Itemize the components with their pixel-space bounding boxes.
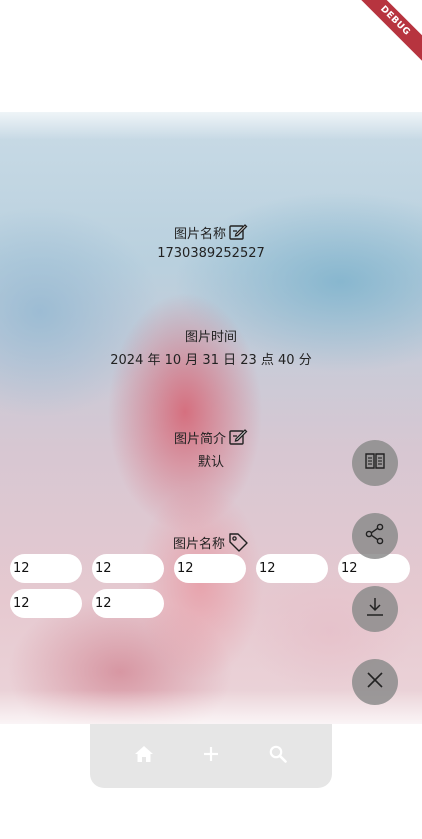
share-icon xyxy=(363,522,387,550)
tag-chip[interactable]: 12 xyxy=(92,554,164,583)
time-title: 图片时间 xyxy=(184,330,237,345)
search-button[interactable] xyxy=(258,736,298,776)
home-button[interactable] xyxy=(124,736,164,776)
name-title-row: 图片名称 xyxy=(174,222,248,242)
tag-chip[interactable]: 12 xyxy=(10,554,82,583)
book-button[interactable] xyxy=(352,440,398,486)
bottom-nav-bar xyxy=(90,724,332,788)
background-fade-top xyxy=(0,100,422,140)
debug-banner: DEBUG xyxy=(349,0,422,67)
name-value: 1730389252527 xyxy=(157,246,265,261)
edit-icon[interactable] xyxy=(228,222,248,242)
search-icon xyxy=(268,744,288,768)
close-button[interactable] xyxy=(352,659,398,705)
tags-title-row: 图片名称 xyxy=(173,531,249,553)
tag-icon[interactable] xyxy=(227,531,249,553)
add-button[interactable] xyxy=(191,736,231,776)
tag-chip[interactable]: 12 xyxy=(256,554,328,583)
home-icon xyxy=(133,743,155,769)
edit-icon[interactable] xyxy=(228,427,248,447)
time-section: 图片时间 2024 年 10 月 31 日 23 点 40 分 xyxy=(0,326,422,368)
share-button[interactable] xyxy=(352,513,398,559)
download-button[interactable] xyxy=(352,586,398,632)
download-icon xyxy=(363,595,387,623)
screen: DEBUG 图片名称 1730389252527 图片时间 2024 年 10 … xyxy=(0,0,422,839)
description-title-row: 图片简介 xyxy=(174,427,248,447)
close-icon xyxy=(364,669,386,695)
tag-chip[interactable]: 12 xyxy=(174,554,246,583)
background-image xyxy=(0,112,422,724)
tag-chip[interactable]: 12 xyxy=(10,589,82,618)
name-section: 图片名称 1730389252527 xyxy=(0,222,422,261)
description-title: 图片简介 xyxy=(173,431,226,447)
book-icon xyxy=(363,449,387,477)
name-title: 图片名称 xyxy=(173,226,226,242)
add-icon xyxy=(201,744,221,768)
tag-chip[interactable]: 12 xyxy=(92,589,164,618)
tags-title: 图片名称 xyxy=(172,536,225,552)
time-value: 2024 年 10 月 31 日 23 点 40 分 xyxy=(110,353,312,368)
